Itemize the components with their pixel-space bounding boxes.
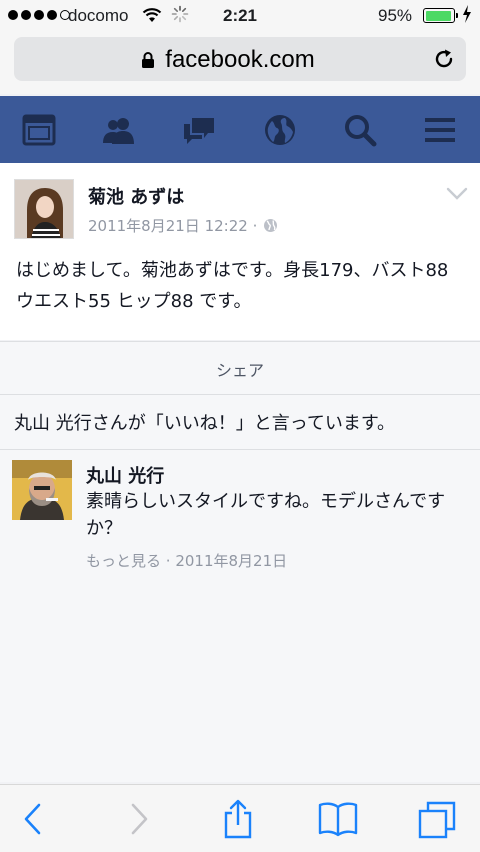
reload-icon[interactable] — [433, 48, 455, 70]
tabs-icon[interactable] — [418, 799, 458, 839]
status-bar: docomo 2:21 95% — [0, 0, 480, 32]
back-icon[interactable] — [14, 799, 54, 839]
share-icon[interactable] — [218, 799, 258, 839]
browser-address-area: facebook.com — [0, 32, 480, 94]
comment-text: 素晴らしいスタイルですね。モデルさんですか？ — [86, 491, 446, 539]
share-label: シェア — [215, 361, 264, 380]
bookmarks-icon[interactable] — [318, 799, 358, 839]
friends-icon[interactable] — [102, 113, 136, 147]
menu-icon[interactable] — [423, 113, 457, 147]
comment-meta: もっと見る · 2011年8月21日 — [86, 550, 287, 571]
commenter-name[interactable]: 丸山 光行 — [86, 462, 164, 488]
likes-summary[interactable]: 丸山 光行さんが「いいね！」と言っています。 — [0, 395, 480, 450]
see-more-link[interactable]: もっと見る — [86, 552, 161, 570]
likes-text: 丸山 光行さんが「いいね！」と言っています。 — [14, 413, 396, 434]
author-avatar[interactable] — [14, 179, 74, 239]
post-meta: 2011年8月21日 12:22 · — [88, 215, 278, 236]
facebook-nav-bar — [0, 96, 480, 163]
globe-privacy-icon — [264, 219, 278, 232]
commenter-avatar[interactable] — [12, 460, 72, 520]
messages-icon[interactable] — [182, 113, 216, 147]
forward-icon[interactable] — [118, 799, 158, 839]
chevron-down-icon[interactable] — [446, 187, 468, 201]
browser-toolbar — [0, 784, 480, 852]
comment-date: · 2011年8月21日 — [161, 552, 288, 570]
url-text: facebook.com — [165, 46, 315, 73]
post-author-name[interactable]: 菊池 あずは — [88, 183, 184, 209]
post-card: 菊池 あずは 2011年8月21日 12:22 · はじめまして。菊池あずはです… — [0, 163, 480, 340]
comments-section: 丸山 光行 素晴らしいスタイルですね。モデルさんですか？ もっと見る · 201… — [0, 450, 480, 782]
post-date[interactable]: 2011年8月21日 12:22 · — [88, 215, 257, 236]
news-feed-icon[interactable] — [22, 113, 56, 147]
search-icon[interactable] — [343, 113, 377, 147]
charging-bolt-icon — [463, 5, 471, 23]
share-button[interactable]: シェア — [0, 341, 480, 395]
address-bar[interactable]: facebook.com — [14, 37, 466, 81]
battery-icon — [423, 8, 458, 23]
notifications-globe-icon[interactable] — [263, 113, 297, 147]
battery-percent: 95% — [378, 6, 413, 25]
post-text: はじめまして。菊池あずはです。身長179、バスト88 ウエスト55 ヒップ88 … — [16, 260, 449, 312]
